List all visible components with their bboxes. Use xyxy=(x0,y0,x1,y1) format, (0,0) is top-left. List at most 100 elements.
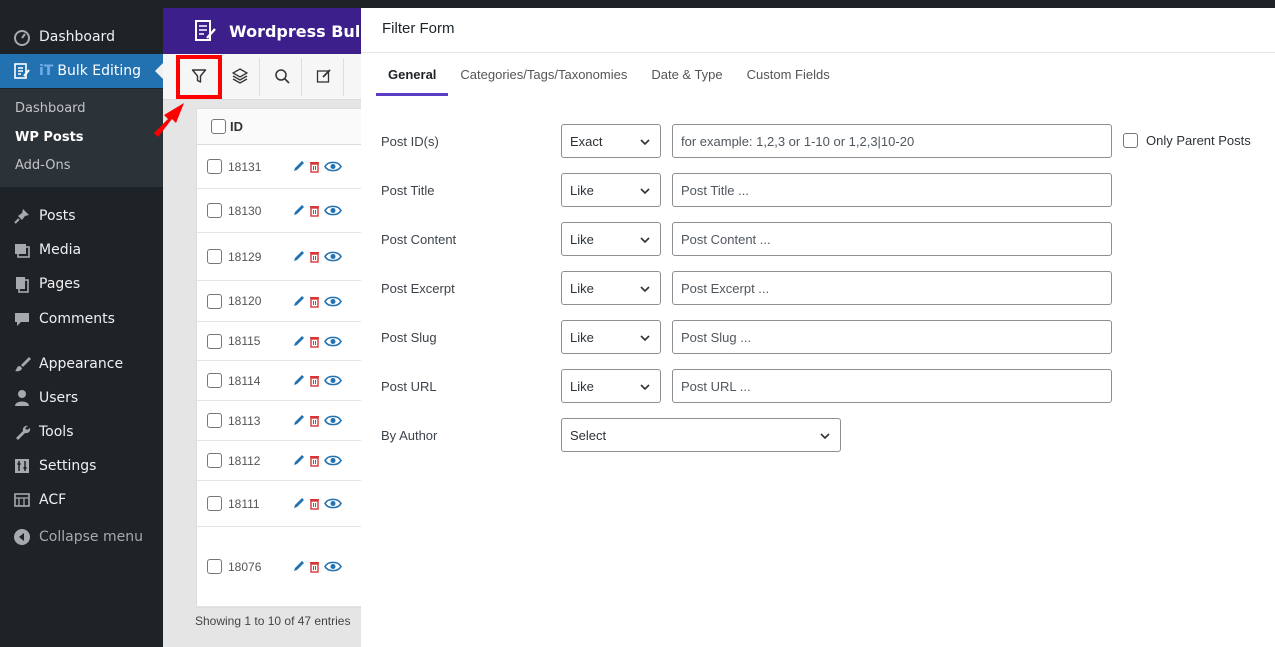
row-checkbox[interactable] xyxy=(207,333,222,349)
sidebar-item-label: Settings xyxy=(39,458,97,474)
row-checkbox[interactable] xyxy=(207,203,222,218)
post-content-operator-select[interactable]: Like xyxy=(561,222,661,256)
row-id: 18112 xyxy=(228,453,261,468)
row-checkbox[interactable] xyxy=(207,496,222,511)
only-parent-posts-option[interactable]: Only Parent Posts xyxy=(1123,133,1251,148)
row-checkbox[interactable] xyxy=(207,453,222,468)
post-id-s-input[interactable] xyxy=(672,124,1112,158)
eye-icon[interactable] xyxy=(324,295,342,308)
sidebar-item-label: Pages xyxy=(39,276,81,292)
trash-icon[interactable] xyxy=(309,250,320,263)
post-slug-operator-select[interactable]: Like xyxy=(561,320,661,354)
settings-icon xyxy=(12,456,32,476)
pencil-icon[interactable] xyxy=(292,335,305,348)
sidebar-item-comments[interactable]: Comments xyxy=(0,302,163,336)
post-excerpt-operator-select[interactable]: Like xyxy=(561,271,661,305)
post-id-s-label: Post ID(s) xyxy=(381,134,439,149)
table-row: 18111 xyxy=(197,481,364,527)
sidebar-item-label: ACF xyxy=(39,492,67,508)
row-checkbox[interactable] xyxy=(207,413,222,428)
row-checkbox[interactable] xyxy=(207,373,222,388)
pencil-icon[interactable] xyxy=(292,204,305,217)
submenu-add-ons[interactable]: Add-Ons xyxy=(15,158,70,173)
operator-value: Like xyxy=(570,182,594,198)
layers-icon xyxy=(231,67,248,87)
post-url-input[interactable] xyxy=(672,369,1112,403)
plugin-header: Wordpress Bulk Po xyxy=(163,8,363,54)
trash-icon[interactable] xyxy=(309,335,320,348)
eye-icon[interactable] xyxy=(324,160,342,173)
only-parent-posts-checkbox[interactable] xyxy=(1123,133,1138,148)
row-checkbox[interactable] xyxy=(207,293,222,309)
row-checkbox[interactable] xyxy=(207,159,222,174)
sidebar-item-tools[interactable]: Tools xyxy=(0,415,163,449)
current-menu-arrow xyxy=(155,63,163,79)
trash-icon[interactable] xyxy=(309,560,320,573)
wrench-icon xyxy=(12,422,32,442)
eye-icon[interactable] xyxy=(324,414,342,427)
post-url-label: Post URL xyxy=(381,379,437,394)
sidebar-item-label: Posts xyxy=(39,208,76,224)
sidebar-item-users[interactable]: Users xyxy=(0,381,163,415)
tab-general[interactable]: General xyxy=(376,64,449,96)
pencil-icon[interactable] xyxy=(292,454,305,467)
sidebar-item-bulk-editing[interactable]: iT Bulk Editing xyxy=(0,54,163,88)
sidebar-item-pages[interactable]: Pages xyxy=(0,267,163,301)
table-row: 18114 xyxy=(197,361,364,401)
select-all-checkbox[interactable] xyxy=(211,119,226,134)
pencil-icon[interactable] xyxy=(292,374,305,387)
sidebar-item-media[interactable]: Media xyxy=(0,233,163,267)
post-id-s-operator-select[interactable]: Exact xyxy=(561,124,661,158)
search-button[interactable] xyxy=(262,58,302,96)
post-excerpt-input[interactable] xyxy=(672,271,1112,305)
row-id: 18076 xyxy=(228,559,262,574)
trash-icon[interactable] xyxy=(309,160,320,173)
submenu-wp-posts[interactable]: WP Posts xyxy=(15,130,84,145)
sidebar-item-dashboard[interactable]: Dashboard xyxy=(0,20,163,54)
table-row: 18130 xyxy=(197,189,364,233)
post-title-input[interactable] xyxy=(672,173,1112,207)
eye-icon[interactable] xyxy=(324,335,342,348)
eye-icon[interactable] xyxy=(324,497,342,510)
trash-icon[interactable] xyxy=(309,454,320,467)
pencil-icon[interactable] xyxy=(292,560,305,573)
eye-icon[interactable] xyxy=(324,454,342,467)
pencil-icon[interactable] xyxy=(292,295,305,308)
pencil-icon[interactable] xyxy=(292,250,305,263)
tab-custom-fields[interactable]: Custom Fields xyxy=(735,64,842,96)
trash-icon[interactable] xyxy=(309,414,320,427)
sidebar-item-posts[interactable]: Posts xyxy=(0,199,163,233)
sidebar-item-acf[interactable]: ACF xyxy=(0,483,163,517)
eye-icon[interactable] xyxy=(324,374,342,387)
submenu-dashboard[interactable]: Dashboard xyxy=(15,101,86,116)
collapse-menu-button[interactable]: Collapse menu xyxy=(0,520,163,554)
eye-icon[interactable] xyxy=(324,204,342,217)
tab-date-type[interactable]: Date & Type xyxy=(639,64,734,96)
chevron-down-icon xyxy=(639,332,651,347)
row-checkbox[interactable] xyxy=(207,249,222,264)
sidebar-item-appearance[interactable]: Appearance xyxy=(0,347,163,381)
post-title-operator-select[interactable]: Like xyxy=(561,173,661,207)
row-checkbox[interactable] xyxy=(207,559,222,574)
post-slug-input[interactable] xyxy=(672,320,1112,354)
operator-value: Like xyxy=(570,280,594,296)
pencil-icon[interactable] xyxy=(292,497,305,510)
pencil-icon[interactable] xyxy=(292,160,305,173)
post-url-operator-select[interactable]: Like xyxy=(561,369,661,403)
row-id: 18129 xyxy=(228,249,262,264)
pencil-icon[interactable] xyxy=(292,414,305,427)
eye-icon[interactable] xyxy=(324,560,342,573)
eye-icon[interactable] xyxy=(324,250,342,263)
tab-categories-tags-taxonomies[interactable]: Categories/Tags/Taxonomies xyxy=(448,64,639,96)
row-actions xyxy=(292,335,342,348)
edit-button[interactable] xyxy=(304,58,344,96)
bulk-edit-button[interactable] xyxy=(220,58,260,96)
author-select[interactable]: Select xyxy=(561,418,841,452)
sidebar-item-settings[interactable]: Settings xyxy=(0,449,163,483)
trash-icon[interactable] xyxy=(309,374,320,387)
red-arrow-annotation xyxy=(154,103,184,137)
trash-icon[interactable] xyxy=(309,295,320,308)
trash-icon[interactable] xyxy=(309,497,320,510)
post-content-input[interactable] xyxy=(672,222,1112,256)
trash-icon[interactable] xyxy=(309,204,320,217)
